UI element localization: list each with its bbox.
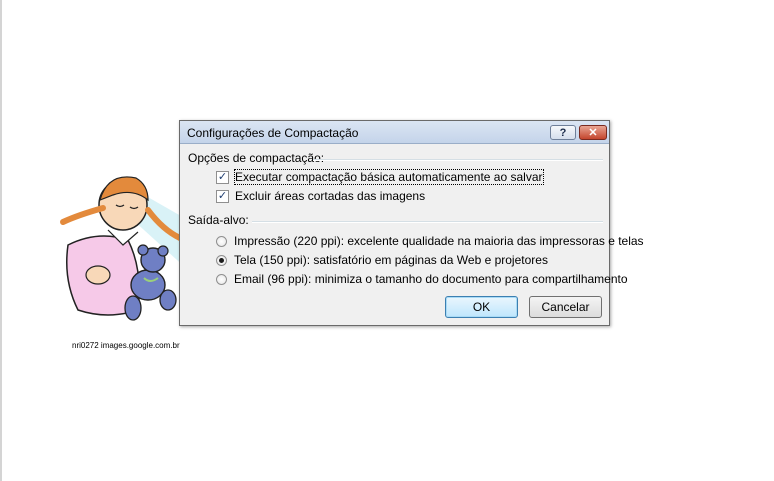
- options-separator: [313, 159, 603, 161]
- clipart-caption: nri0272 images.google.com.br: [72, 341, 180, 350]
- delete-cropped-option[interactable]: ✓ Excluir áreas cortadas das imagens: [216, 189, 425, 203]
- target-separator: [252, 221, 603, 223]
- target-output-label: Saída-alvo:: [188, 213, 249, 227]
- target-print-radio[interactable]: [216, 235, 227, 247]
- target-email-option[interactable]: Email (96 ppi): minimiza o tamanho do do…: [216, 272, 628, 286]
- help-button[interactable]: ?: [550, 125, 576, 140]
- dialog-titlebar[interactable]: Configurações de Compactação ? ✕: [180, 121, 609, 144]
- close-icon: ✕: [588, 127, 598, 139]
- delete-cropped-checkbox[interactable]: ✓: [216, 189, 229, 203]
- girl-with-teddy-bear-clipart: [60, 176, 188, 321]
- help-icon: ?: [559, 126, 567, 139]
- window-left-edge: [0, 0, 2, 481]
- target-screen-radio[interactable]: [216, 254, 227, 266]
- target-email-radio[interactable]: [216, 273, 227, 285]
- compression-options-label: Opções de compactação:: [188, 151, 325, 165]
- auto-compress-option[interactable]: ✓ Executar compactação básica automatica…: [216, 169, 544, 185]
- target-print-label: Impressão (220 ppi): excelente qualidade…: [234, 234, 644, 248]
- target-screen-label: Tela (150 ppi): satisfatório em páginas …: [234, 253, 548, 267]
- target-print-option[interactable]: Impressão (220 ppi): excelente qualidade…: [216, 234, 644, 248]
- ok-button[interactable]: OK: [445, 296, 518, 318]
- delete-cropped-label: Excluir áreas cortadas das imagens: [235, 189, 426, 203]
- auto-compress-checkbox[interactable]: ✓: [216, 170, 229, 184]
- dialog-title: Configurações de Compactação: [187, 126, 359, 140]
- target-screen-option[interactable]: Tela (150 ppi): satisfatório em páginas …: [216, 253, 548, 267]
- close-button[interactable]: ✕: [579, 125, 607, 140]
- radio-selected-dot: [219, 257, 224, 263]
- auto-compress-label: Executar compactação básica automaticame…: [234, 169, 544, 185]
- compression-settings-dialog: Configurações de Compactação ? ✕ Opções …: [179, 120, 644, 326]
- cancel-button[interactable]: Cancelar: [529, 296, 602, 318]
- target-email-label: Email (96 ppi): minimiza o tamanho do do…: [234, 272, 628, 286]
